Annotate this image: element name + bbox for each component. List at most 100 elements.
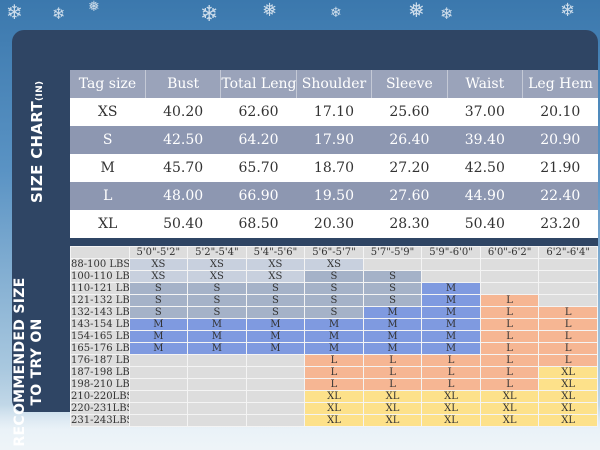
weight-range-cell: 100-110 LBS bbox=[70, 270, 130, 283]
size-chart-header-row: Tag size Bust Total Length Shoulder Slee… bbox=[70, 70, 598, 98]
recommended-size-cell: XL bbox=[538, 414, 598, 427]
recommended-size-cell bbox=[187, 414, 247, 427]
recommended-size-cell: XL bbox=[421, 390, 481, 403]
corner-cell bbox=[70, 246, 130, 259]
recommended-size-cell: L bbox=[479, 354, 540, 367]
recommended-size-cell: S bbox=[362, 294, 423, 307]
recommended-size-cell: M bbox=[187, 330, 247, 343]
recommended-size-cell: L bbox=[479, 342, 540, 355]
weight-row: 165-176 LBSMMMMMMLL bbox=[70, 342, 598, 355]
header-shoulder: Shoulder bbox=[295, 70, 372, 98]
measurement-cell: 27.20 bbox=[371, 154, 448, 182]
recommended-size-cell: XL bbox=[538, 402, 598, 415]
recommended-size-cell bbox=[128, 378, 189, 391]
recommended-size-label: RECOMMENDED SIZE TO TRY ON bbox=[12, 277, 45, 447]
recommended-size-cell: XS bbox=[245, 258, 306, 271]
measurement-cell: 26.40 bbox=[371, 126, 448, 154]
recommended-size-cell: S bbox=[128, 282, 189, 295]
recommended-size-cell bbox=[421, 258, 481, 271]
size-chart-body: XS 40.20 62.60 17.10 25.60 37.00 20.10 S 42.50 64… bbox=[70, 98, 598, 238]
measurement-cell: 62.60 bbox=[220, 98, 297, 126]
recommended-size-cell: S bbox=[304, 282, 364, 295]
recommended-size-cell bbox=[187, 402, 247, 415]
measurement-cell: 44.90 bbox=[447, 182, 523, 210]
recommended-size-cell: M bbox=[245, 330, 306, 343]
recommended-size-cell: M bbox=[421, 306, 481, 319]
height-range-header: 5'6"-5'7" bbox=[304, 246, 364, 259]
measurement-cell: 50.40 bbox=[447, 210, 523, 238]
header-sleeve: Sleeve bbox=[371, 70, 448, 98]
recommended-size-cell: M bbox=[421, 318, 481, 331]
recommended-size-cell: L bbox=[362, 378, 423, 391]
recommended-size-cell: S bbox=[245, 282, 306, 295]
measurement-cell: 18.70 bbox=[296, 154, 372, 182]
weight-range-cell: 154-165 LBS bbox=[70, 330, 130, 343]
snowflake-icon: ❅ bbox=[262, 0, 278, 21]
weight-row: 231-243LBS XL XL XL XL XL bbox=[70, 414, 598, 427]
recommended-size-cell: XL bbox=[362, 414, 423, 427]
tag-size-cell: L bbox=[70, 182, 146, 210]
tag-size-cell: S bbox=[70, 126, 146, 154]
weight-row: 210-220LBS XL XL XL XL XL bbox=[70, 390, 598, 403]
recommendation-body: 88-100 LBSXSXSXSXS100-110 LBSXSXSXSSS110… bbox=[70, 258, 598, 427]
recommended-size-cell: L bbox=[421, 378, 481, 391]
recommended-size-cell: XL bbox=[304, 402, 364, 415]
measurement-cell: 42.50 bbox=[447, 154, 523, 182]
recommended-size-cell: XL bbox=[304, 414, 364, 427]
weight-row: 100-110 LBSXSXSXSSS bbox=[70, 270, 598, 283]
recommended-size-cell bbox=[538, 282, 598, 295]
weight-row: 187-198 LBSLLLLXL bbox=[70, 366, 598, 379]
weight-row: 132-143 LBSSSSSMMLL bbox=[70, 306, 598, 319]
recommended-size-cell: M bbox=[187, 342, 247, 355]
size-row: L 48.00 66.90 19.50 27.60 44.90 22.40 bbox=[70, 182, 598, 210]
recommended-size-cell: M bbox=[421, 342, 481, 355]
snowflake-icon: ❄ bbox=[330, 5, 342, 21]
recommendation-grid: 5'0"-5'2" 5'2"-5'4" 5'4"-5'6" 5'6"-5'7" 5'7"… bbox=[70, 246, 598, 427]
snowflake-icon: ❄ bbox=[560, 0, 576, 21]
measurement-cell: 37.00 bbox=[447, 98, 523, 126]
recommended-size-cell bbox=[479, 258, 540, 271]
recommended-size-cell: S bbox=[304, 306, 364, 319]
recommended-size-cell: M bbox=[421, 330, 481, 343]
recommended-size-cell: XL bbox=[362, 390, 423, 403]
recommended-size-cell: L bbox=[304, 354, 364, 367]
snowflake-icon: ❅ bbox=[88, 0, 100, 15]
recommended-size-cell: XL bbox=[421, 402, 481, 415]
height-range-header: 5'4"-5'6" bbox=[245, 246, 306, 259]
weight-range-cell: 165-176 LBS bbox=[70, 342, 130, 355]
weight-row: 88-100 LBS XS XS XS XS bbox=[70, 258, 598, 271]
recommended-size-cell: S bbox=[187, 306, 247, 319]
recommended-size-cell bbox=[538, 270, 598, 283]
weight-range-cell: 198-210 LBS bbox=[70, 378, 130, 391]
weight-range-cell: 110-121 LBS bbox=[70, 282, 130, 295]
recommended-size-cell: S bbox=[362, 270, 423, 283]
size-guide-panel: SIZE CHART(IN) RECOMMENDED SIZE TO TRY ON… bbox=[12, 30, 598, 447]
recommended-size-cell bbox=[245, 354, 306, 367]
recommended-size-cell bbox=[479, 282, 540, 295]
recommended-size-cell: L bbox=[538, 318, 598, 331]
recommended-size-cell bbox=[128, 414, 189, 427]
recommended-size-cell: L bbox=[479, 366, 540, 379]
snowflake-icon: ❄ bbox=[6, 0, 23, 24]
recommended-size-cell: S bbox=[245, 306, 306, 319]
recommended-size-cell: L bbox=[421, 366, 481, 379]
measurement-cell: 48.00 bbox=[145, 182, 221, 210]
recommended-size-cell bbox=[538, 294, 598, 307]
weight-row: 176-187 LBSLLLLL bbox=[70, 354, 598, 367]
recommended-size-cell: M bbox=[245, 342, 306, 355]
recommended-size-cell: S bbox=[128, 306, 189, 319]
recommended-size-cell: L bbox=[421, 354, 481, 367]
tag-size-cell: XL bbox=[70, 210, 146, 238]
recommended-size-cell: XL bbox=[538, 378, 598, 391]
recommended-size-cell bbox=[187, 378, 247, 391]
weight-range-cell: 220-231LBS bbox=[70, 402, 130, 415]
recommended-size-cell: M bbox=[128, 330, 189, 343]
recommended-size-cell bbox=[479, 270, 540, 283]
weight-row: 154-165 LBSMMMMMMLL bbox=[70, 330, 598, 343]
recommended-size-cell bbox=[245, 390, 306, 403]
recommended-size-cell: M bbox=[362, 330, 423, 343]
recommended-size-cell bbox=[187, 354, 247, 367]
measurement-cell: 17.90 bbox=[296, 126, 372, 154]
recommended-size-cell bbox=[421, 270, 481, 283]
snowflake-icon: ❄ bbox=[200, 2, 219, 27]
